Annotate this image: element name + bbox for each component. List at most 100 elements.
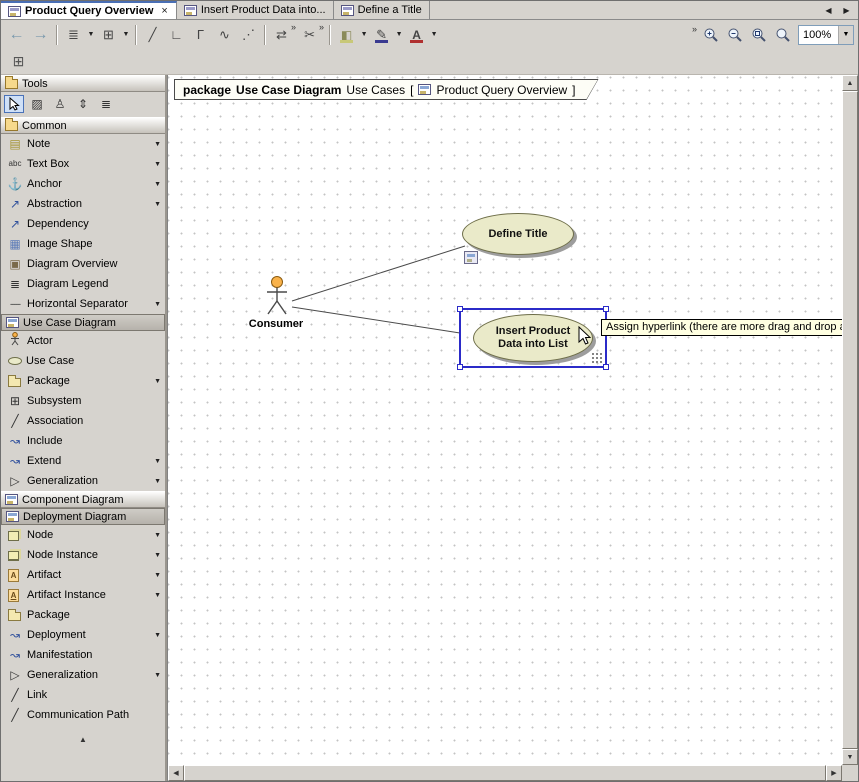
chevron-down-icon[interactable]: ▼ <box>151 181 161 188</box>
diagram-structure-button[interactable] <box>7 51 30 73</box>
palette-item-image-shape[interactable]: ▦Image Shape <box>1 234 165 254</box>
palette-item-diagram-legend[interactable]: ≣Diagram Legend <box>1 274 165 294</box>
chevron-down-icon[interactable]: ▼ <box>151 632 161 639</box>
overflow-icon[interactable] <box>692 24 697 34</box>
layout-tool-button[interactable] <box>96 95 116 113</box>
chevron-down-icon[interactable]: ▼ <box>151 672 161 679</box>
palette-item-use-case[interactable]: Use Case <box>1 351 165 371</box>
scroll-down-icon[interactable] <box>842 749 858 765</box>
marquee-select-tool-button[interactable] <box>27 95 47 113</box>
back-button[interactable] <box>5 24 28 46</box>
chevron-down-icon[interactable] <box>359 24 369 46</box>
fill-color-button[interactable] <box>335 24 358 46</box>
palette-item-extend[interactable]: ↝Extend▼ <box>1 451 165 471</box>
scroll-right-icon[interactable] <box>826 765 842 781</box>
palette-item-deployment[interactable]: ↝Deployment▼ <box>1 625 165 645</box>
palette-item-communication-path[interactable]: ╱Communication Path <box>1 705 165 725</box>
zoom-actual-button[interactable] <box>771 24 794 46</box>
zoom-fit-button[interactable] <box>747 24 770 46</box>
palette-section-deployment-diagram[interactable]: Deployment Diagram <box>1 508 165 525</box>
palette-item-note[interactable]: ▤Note▼ <box>1 134 165 154</box>
chevron-down-icon[interactable]: ▼ <box>151 201 161 208</box>
vertical-scroll-thumb[interactable] <box>842 91 858 749</box>
chevron-down-icon[interactable]: ▼ <box>151 478 161 485</box>
chevron-down-icon[interactable]: ▼ <box>151 141 161 148</box>
rounded-path-button[interactable] <box>189 24 212 46</box>
chevron-down-icon[interactable]: ▼ <box>151 378 161 385</box>
palette-item-anchor[interactable]: ⚓Anchor▼ <box>1 174 165 194</box>
hyperlink-badge-icon[interactable] <box>464 251 478 264</box>
align-button[interactable] <box>62 24 85 46</box>
distribute-tool-button[interactable] <box>73 95 93 113</box>
usecase-define-title[interactable]: Define Title <box>462 213 574 255</box>
palette-section-use-case-diagram[interactable]: Use Case Diagram <box>1 314 165 331</box>
horizontal-scroll-thumb[interactable] <box>184 765 826 781</box>
cut-button[interactable] <box>298 24 321 46</box>
resize-handle[interactable] <box>457 364 463 370</box>
drag-grip-icon[interactable] <box>591 352 604 365</box>
chevron-down-icon[interactable]: ▼ <box>151 592 161 599</box>
tab-scroll-right-icon[interactable] <box>839 3 854 18</box>
palette-item-package[interactable]: Package▼ <box>1 371 165 391</box>
chevron-down-icon[interactable]: ▼ <box>151 572 161 579</box>
palette-item-package[interactable]: Package <box>1 605 165 625</box>
horizontal-scrollbar[interactable] <box>168 765 842 781</box>
palette-item-diagram-overview[interactable]: ▣Diagram Overview <box>1 254 165 274</box>
chevron-down-icon[interactable]: ▼ <box>151 458 161 465</box>
palette-item-manifestation[interactable]: ↝Manifestation <box>1 645 165 665</box>
oblique-path-button[interactable] <box>141 24 164 46</box>
resize-handle[interactable] <box>603 306 609 312</box>
close-icon[interactable] <box>160 6 168 17</box>
palette-item-subsystem[interactable]: ⊞Subsystem <box>1 391 165 411</box>
element-tool-button[interactable] <box>50 95 70 113</box>
palette-item-link[interactable]: ╱Link <box>1 685 165 705</box>
scroll-up-icon[interactable] <box>842 75 858 91</box>
actor-consumer[interactable] <box>262 275 292 317</box>
zoom-level-select[interactable]: 100% <box>798 25 854 45</box>
chevron-down-icon[interactable]: ▼ <box>151 552 161 559</box>
palette-item-node[interactable]: Node▼ <box>1 525 165 545</box>
chevron-down-icon[interactable] <box>86 24 96 46</box>
layout-button[interactable] <box>97 24 120 46</box>
diagram-canvas[interactable]: package Use Case Diagram Use Cases [ Pro… <box>168 75 842 765</box>
actor-label[interactable]: Consumer <box>242 318 310 330</box>
forward-button[interactable] <box>29 24 52 46</box>
dashed-path-button[interactable] <box>237 24 260 46</box>
palette-collapse-button[interactable] <box>1 731 165 747</box>
palette-item-association[interactable]: ╱Association <box>1 411 165 431</box>
tab-scroll-left-icon[interactable] <box>821 3 836 18</box>
chevron-down-icon[interactable] <box>838 26 853 44</box>
font-color-button[interactable] <box>405 24 428 46</box>
tab-define-a-title[interactable]: Define a Title <box>334 1 430 19</box>
chevron-down-icon[interactable]: ▼ <box>151 301 161 308</box>
palette-item-include[interactable]: ↝Include <box>1 431 165 451</box>
zoom-out-button[interactable] <box>723 24 746 46</box>
tab-product-query-overview[interactable]: Product Query Overview <box>1 1 177 19</box>
rectilinear-path-button[interactable] <box>165 24 188 46</box>
palette-item-horizontal-separator[interactable]: -----Horizontal Separator▼ <box>1 294 165 314</box>
resize-handle[interactable] <box>457 306 463 312</box>
palette-item-abstraction[interactable]: ↗Abstraction▼ <box>1 194 165 214</box>
chevron-down-icon[interactable] <box>121 24 131 46</box>
palette-item-artifact-instance[interactable]: AArtifact Instance▼ <box>1 585 165 605</box>
palette-item-node-instance[interactable]: Node Instance▼ <box>1 545 165 565</box>
palette-item-dependency[interactable]: ↗Dependency <box>1 214 165 234</box>
chevron-down-icon[interactable] <box>429 24 439 46</box>
palette-section-component-diagram[interactable]: Component Diagram <box>1 491 165 508</box>
palette-item-actor[interactable]: Actor <box>1 331 165 351</box>
palette-item-generalization[interactable]: ▷Generalization▼ <box>1 471 165 491</box>
line-color-button[interactable] <box>370 24 393 46</box>
palette-item-artifact[interactable]: AArtifact▼ <box>1 565 165 585</box>
tab-insert-product-data[interactable]: Insert Product Data into... <box>177 1 334 19</box>
bezier-path-button[interactable] <box>213 24 236 46</box>
palette-item-generalization[interactable]: ▷Generalization▼ <box>1 665 165 685</box>
select-tool-button[interactable] <box>4 95 24 113</box>
palette-section-common[interactable]: Common <box>1 117 165 134</box>
palette-section-tools[interactable]: Tools <box>1 75 165 92</box>
chevron-down-icon[interactable] <box>394 24 404 46</box>
palette-item-text-box[interactable]: abcText Box▼ <box>1 154 165 174</box>
chevron-down-icon[interactable]: ▼ <box>151 532 161 539</box>
zoom-in-button[interactable] <box>699 24 722 46</box>
chevron-down-icon[interactable]: ▼ <box>151 161 161 168</box>
dependency-tool-button[interactable] <box>270 24 293 46</box>
